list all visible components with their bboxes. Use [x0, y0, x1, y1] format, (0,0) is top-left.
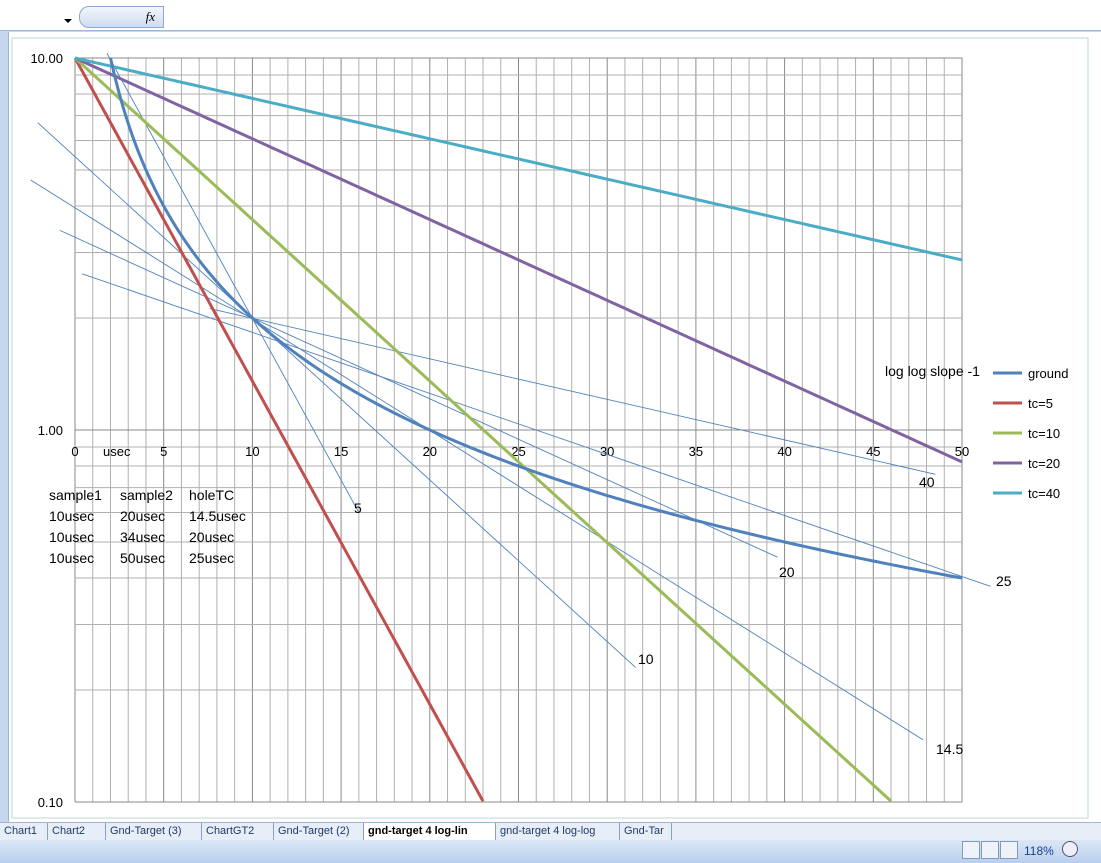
x-unit-label: usec: [103, 444, 131, 459]
legend-entry: tc=20: [1028, 456, 1060, 471]
table-header: sample1: [49, 487, 102, 503]
sheet-tab[interactable]: Chart1: [0, 823, 48, 840]
tangent-label: 5: [354, 500, 362, 516]
sheet-tab[interactable]: ChartGT2: [202, 823, 274, 840]
x-tick-label: 30: [600, 444, 614, 459]
tangent-label: 14.5: [936, 741, 963, 757]
x-tick-label: 10: [245, 444, 259, 459]
status-bar: 118%: [0, 840, 1101, 863]
sheet-tab[interactable]: Gnd-Target (2): [274, 823, 364, 840]
sheet-tab[interactable]: gnd-target 4 log-lin: [364, 823, 496, 840]
normal-view-icon[interactable]: [962, 841, 980, 859]
legend-entry: tc=5: [1028, 396, 1053, 411]
table-cell: 25usec: [189, 550, 234, 566]
page-break-preview-icon[interactable]: [1000, 841, 1018, 859]
chart[interactable]: 10.001.000.100 5 10 15 20 25 30 35 40 45 50usec510…: [0, 0, 1101, 822]
legend-entry: tc=40: [1028, 486, 1060, 501]
x-tick-label: 5: [160, 444, 167, 459]
tangent-label: 10: [638, 651, 654, 667]
table-header: holeTC: [189, 487, 234, 503]
sheet-tab[interactable]: gnd-target 4 log-log: [496, 823, 620, 840]
x-tick-label: 0: [71, 444, 78, 459]
sheet-tab[interactable]: Gnd-Tar: [620, 823, 672, 840]
x-tick-label: 45: [866, 444, 880, 459]
x-tick-label: 35: [689, 444, 703, 459]
x-tick-label: 20: [423, 444, 437, 459]
page-layout-icon[interactable]: [981, 841, 999, 859]
table-header: sample2: [120, 487, 173, 503]
tangent-label: 25: [996, 573, 1012, 589]
legend-entry: tc=10: [1028, 426, 1060, 441]
table-cell: 50usec: [120, 550, 165, 566]
table-cell: 10usec: [49, 529, 94, 545]
table-cell: 20usec: [120, 508, 165, 524]
legend-title: log log slope -1: [885, 363, 980, 379]
x-tick-label: 50: [955, 444, 969, 459]
table-cell: 20usec: [189, 529, 234, 545]
x-tick-label: 15: [334, 444, 348, 459]
y-tick-label: 1.00: [38, 423, 63, 438]
table-cell: 14.5usec: [189, 508, 246, 524]
legend-entry: ground: [1028, 366, 1068, 381]
sheet-tab[interactable]: Chart2: [48, 823, 106, 840]
sheet-tab[interactable]: Gnd-Target (3): [106, 823, 202, 840]
tangent-label: 20: [779, 564, 795, 580]
table-cell: 10usec: [49, 508, 94, 524]
y-tick-label: 10.00: [30, 51, 63, 66]
sheet-tabs: Chart1 Chart2 Gnd-Target (3) ChartGT2 Gnd-Ta…: [0, 822, 1101, 841]
y-tick-label: 0.10: [38, 795, 63, 810]
zoom-level[interactable]: 118%: [1024, 844, 1054, 858]
zoom-out-icon[interactable]: [1062, 841, 1078, 857]
tangent-label: 40: [919, 474, 935, 490]
table-cell: 34usec: [120, 529, 165, 545]
x-tick-label: 40: [777, 444, 791, 459]
table-cell: 10usec: [49, 550, 94, 566]
